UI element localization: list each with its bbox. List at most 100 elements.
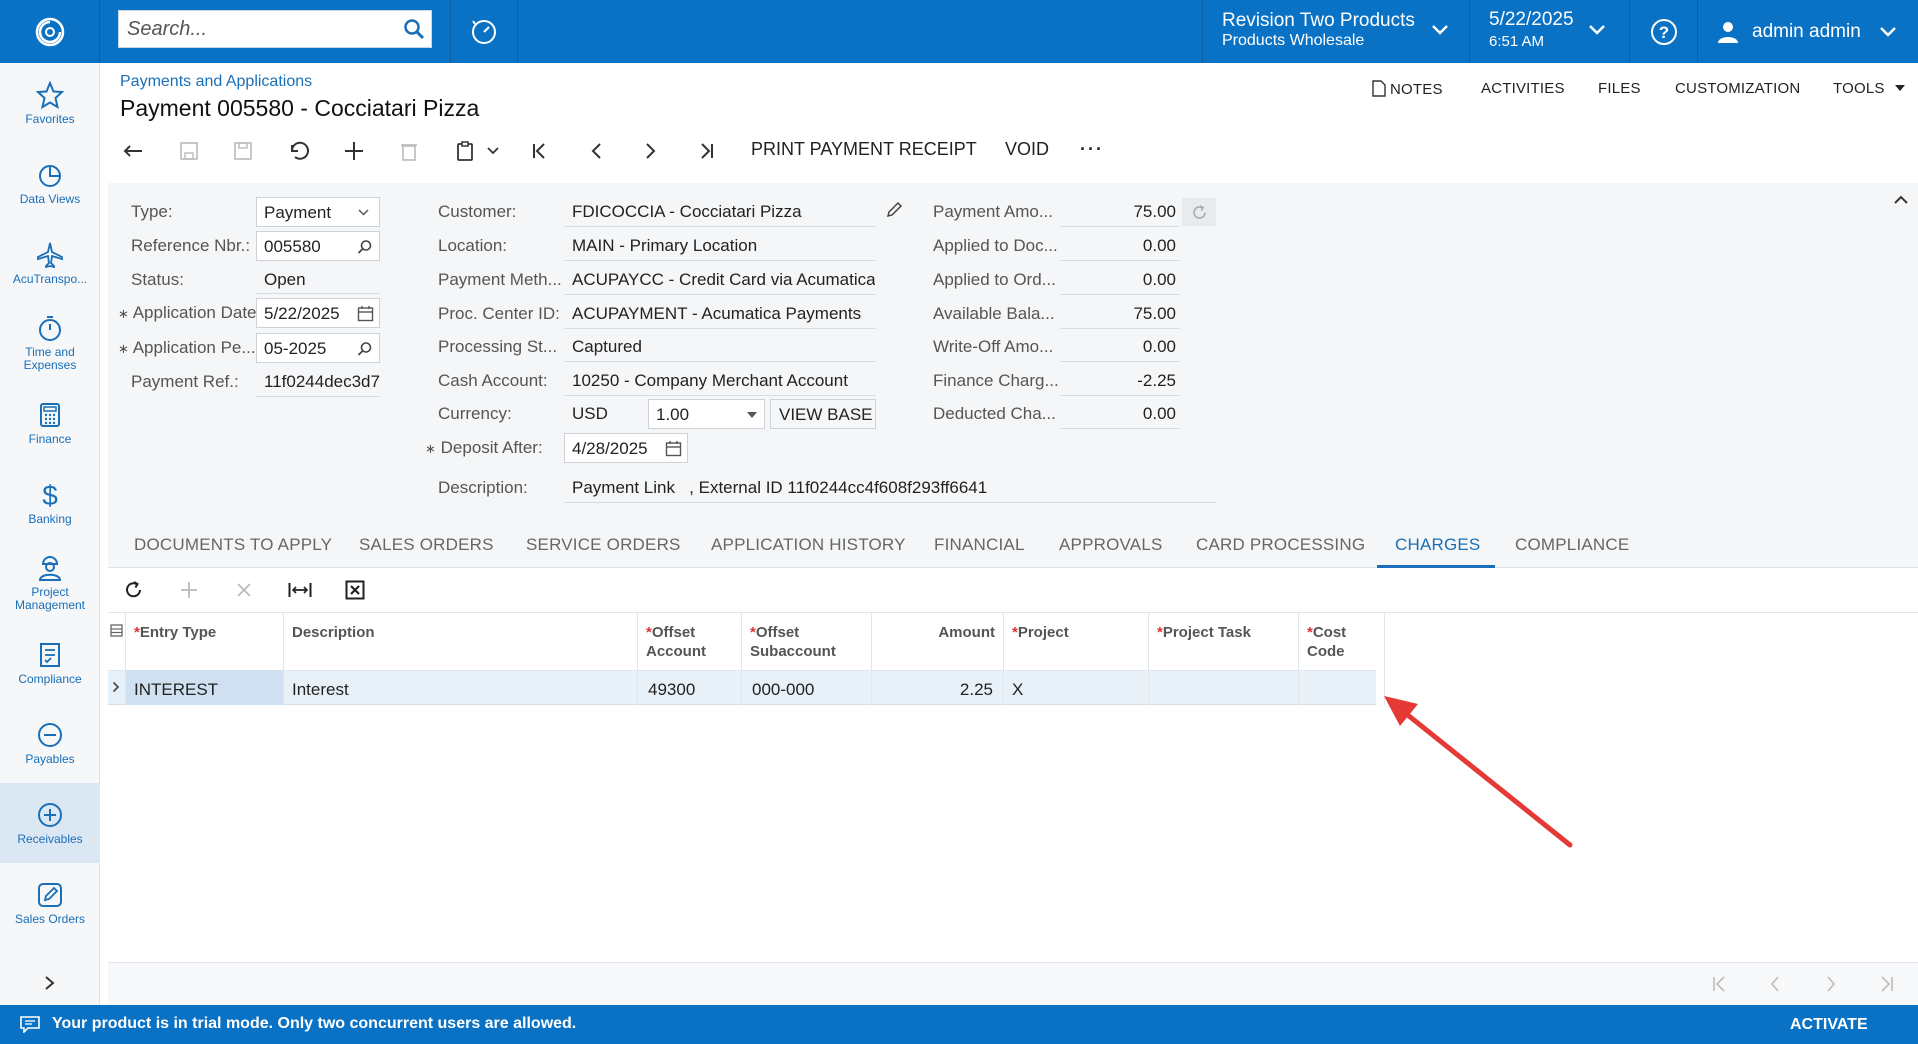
tab-application-history[interactable]: APPLICATION HISTORY: [711, 535, 906, 555]
column-offset-subaccount[interactable]: *Offset Subaccount: [742, 613, 872, 670]
row-expand-button[interactable]: [108, 670, 126, 705]
nav-project-management[interactable]: Project Management: [0, 543, 100, 623]
nav-data-views[interactable]: Data Views: [0, 143, 100, 223]
calendar-icon[interactable]: [357, 305, 374, 322]
activities-link[interactable]: ACTIVITIES: [1481, 80, 1565, 97]
copy-paste-menu[interactable]: [478, 136, 508, 166]
grid-export-excel-button[interactable]: [345, 580, 365, 605]
delete-button[interactable]: [394, 136, 424, 166]
tab-sales-orders[interactable]: SALES ORDERS: [359, 535, 494, 555]
pager-first-button[interactable]: [1712, 976, 1728, 997]
tab-approvals[interactable]: APPROVALS: [1059, 535, 1163, 555]
nav-compliance[interactable]: Compliance: [0, 623, 100, 703]
last-record-button[interactable]: [691, 136, 721, 166]
dollar-icon: $: [42, 481, 58, 509]
calendar-icon[interactable]: [665, 440, 682, 457]
grid-delete-row-button[interactable]: [236, 582, 252, 603]
copy-paste-button[interactable]: [450, 136, 480, 166]
tools-menu[interactable]: TOOLS: [1833, 80, 1905, 97]
cell-project[interactable]: X: [1004, 670, 1149, 705]
tab-charges[interactable]: CHARGES: [1395, 535, 1480, 555]
files-link[interactable]: FILES: [1598, 80, 1641, 97]
column-entry-type[interactable]: *Entry Type: [126, 613, 284, 670]
back-button[interactable]: [118, 136, 148, 166]
tab-compliance[interactable]: COMPLIANCE: [1515, 535, 1629, 555]
cell-offset-account[interactable]: 49300: [638, 670, 742, 705]
column-cost-code[interactable]: *Cost Code: [1299, 613, 1385, 670]
first-record-button[interactable]: [525, 136, 555, 166]
column-offset-account[interactable]: *Offset Account: [638, 613, 742, 670]
notes-link[interactable]: NOTES: [1372, 80, 1443, 98]
customization-link[interactable]: CUSTOMIZATION: [1675, 80, 1800, 97]
nav-acutransport[interactable]: AcuTranspo...: [0, 223, 100, 303]
expand-nav-button[interactable]: [44, 975, 56, 996]
nav-sales-orders[interactable]: Sales Orders: [0, 863, 100, 943]
business-date-selector[interactable]: 5/22/2025 6:51 AM: [1470, 0, 1630, 63]
search-icon[interactable]: [357, 341, 373, 357]
nav-payables[interactable]: Payables: [0, 703, 100, 783]
cell-description[interactable]: Interest: [284, 670, 638, 705]
search-icon[interactable]: [357, 239, 373, 255]
breadcrumb[interactable]: Payments and Applications: [120, 73, 312, 91]
void-button[interactable]: VOID: [1005, 139, 1049, 160]
search-icon[interactable]: [403, 18, 425, 40]
deposit-after-field[interactable]: 4/28/2025: [564, 433, 688, 463]
column-project-task[interactable]: *Project Task: [1149, 613, 1299, 670]
currency-rate-select[interactable]: 1.00: [648, 399, 765, 429]
application-date-field[interactable]: 5/22/2025: [256, 298, 380, 328]
column-description[interactable]: Description: [284, 613, 638, 670]
pager-last-button[interactable]: [1878, 976, 1894, 997]
tab-card-processing[interactable]: CARD PROCESSING: [1196, 535, 1365, 555]
proc-center-value[interactable]: ACUPAYMENT - Acumatica Payments: [572, 304, 861, 324]
next-record-button[interactable]: [636, 136, 666, 166]
customer-value[interactable]: FDICOCCIA - Cocciatari Pizza: [572, 202, 802, 222]
location-value[interactable]: MAIN - Primary Location: [572, 236, 757, 256]
logo-button[interactable]: [0, 0, 100, 63]
cell-offset-subaccount[interactable]: 000-000: [742, 670, 872, 705]
cell-amount[interactable]: 2.25: [872, 670, 1004, 705]
payment-ref-value[interactable]: 11f0244dec3d7: [264, 372, 380, 392]
save-button[interactable]: [228, 136, 258, 166]
add-new-button[interactable]: [339, 136, 369, 166]
recent-history-button[interactable]: [450, 0, 518, 63]
tab-documents-to-apply[interactable]: DOCUMENTS TO APPLY: [134, 535, 332, 555]
pager-previous-button[interactable]: [1770, 976, 1780, 997]
view-base-button[interactable]: VIEW BASE: [770, 399, 876, 429]
grid-refresh-button[interactable]: [124, 580, 144, 605]
activate-button[interactable]: ACTIVATE: [1790, 1016, 1868, 1034]
company-selector[interactable]: Revision Two Products Products Wholesale: [1202, 0, 1470, 63]
previous-record-button[interactable]: [581, 136, 611, 166]
help-button[interactable]: ?: [1630, 0, 1698, 63]
grid-settings-header[interactable]: [108, 613, 126, 670]
reference-nbr-field[interactable]: 005580: [256, 231, 380, 261]
nav-favorites[interactable]: Favorites: [0, 63, 100, 143]
tab-financial[interactable]: FINANCIAL: [934, 535, 1025, 555]
application-period-field[interactable]: 05-2025: [256, 333, 380, 363]
type-select[interactable]: Payment: [256, 197, 380, 227]
search-input[interactable]: [119, 17, 389, 41]
nav-receivables[interactable]: Receivables: [0, 783, 100, 863]
column-amount[interactable]: Amount: [872, 613, 1004, 670]
cell-entry-type[interactable]: INTEREST: [126, 670, 284, 705]
collapse-form-button[interactable]: [1894, 189, 1908, 209]
cash-account-value[interactable]: 10250 - Company Merchant Account: [572, 371, 848, 391]
nav-finance[interactable]: Finance: [0, 383, 100, 463]
grid-fit-columns-button[interactable]: [288, 582, 312, 603]
cancel-button[interactable]: [283, 136, 313, 166]
user-menu[interactable]: admin admin: [1698, 0, 1918, 63]
more-actions-button[interactable]: ···: [1080, 139, 1104, 160]
column-project[interactable]: *Project: [1004, 613, 1149, 670]
edit-customer-button[interactable]: [886, 201, 903, 223]
cell-project-task[interactable]: [1149, 670, 1299, 705]
tab-service-orders[interactable]: SERVICE ORDERS: [526, 535, 681, 555]
description-value[interactable]: Payment Link , External ID 11f0244cc4f60…: [572, 478, 987, 498]
payment-amount-value[interactable]: 75.00: [1060, 202, 1176, 222]
grid-add-row-button[interactable]: [180, 581, 198, 604]
save-close-button[interactable]: [174, 136, 204, 166]
pager-next-button[interactable]: [1826, 976, 1836, 997]
nav-banking[interactable]: $ Banking: [0, 463, 100, 543]
print-payment-receipt-button[interactable]: PRINT PAYMENT RECEIPT: [751, 139, 977, 160]
payment-method-value[interactable]: ACUPAYCC - Credit Card via Acumatica I: [572, 270, 875, 290]
refresh-amount-button[interactable]: [1182, 198, 1216, 226]
nav-time-expenses[interactable]: Time and Expenses: [0, 303, 100, 383]
